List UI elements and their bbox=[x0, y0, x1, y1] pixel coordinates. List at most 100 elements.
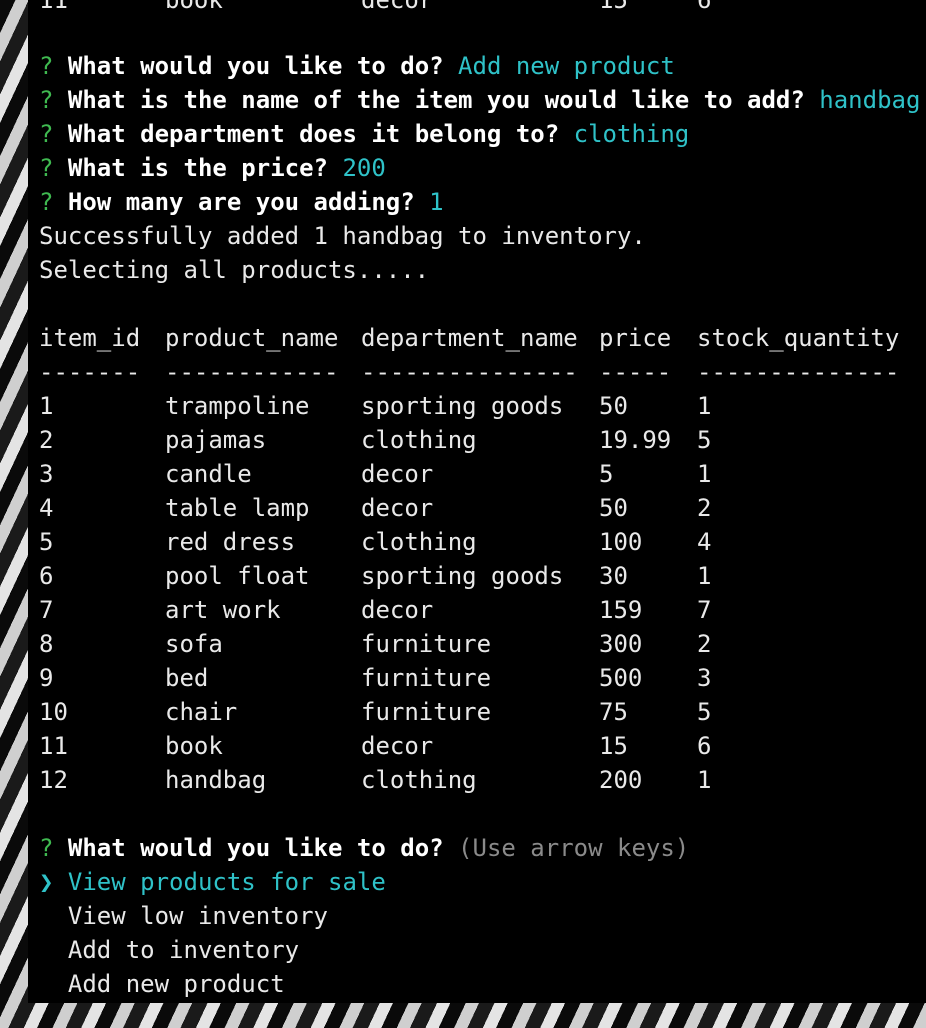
qa-line: ? What would you like to do? Add new pro… bbox=[39, 49, 675, 83]
cell-department: sporting goods bbox=[361, 392, 564, 420]
terminal-window[interactable]: 11 book decor 15 6 ? What would you like… bbox=[28, 0, 926, 1003]
cell-price: 100 bbox=[599, 528, 643, 556]
cell-item-id: 1 bbox=[39, 392, 54, 420]
cell-product-name: table lamp bbox=[165, 494, 310, 522]
status-message: Successfully added 1 handbag to inventor… bbox=[39, 222, 646, 250]
table-row: 8 sofa furniture 300 2 bbox=[28, 627, 926, 661]
cell-product-name: book bbox=[165, 0, 223, 14]
cell-item-id: 8 bbox=[39, 630, 54, 658]
cell-product-name: handbag bbox=[165, 766, 267, 794]
table-row: 7 art work decor 159 7 bbox=[28, 593, 926, 627]
question-mark-icon: ? bbox=[39, 52, 54, 80]
cell-item-id: 10 bbox=[39, 698, 68, 726]
answer-text: 200 bbox=[342, 154, 386, 182]
cell-department: furniture bbox=[361, 698, 492, 726]
column-header-department: department_name bbox=[361, 324, 578, 352]
cell-price: 5 bbox=[599, 460, 614, 488]
menu-option-label: Add to inventory bbox=[67, 936, 300, 964]
question-mark-icon: ? bbox=[39, 188, 54, 216]
prompt-question: What would you like to do? bbox=[67, 834, 444, 862]
separator: -------------- bbox=[697, 358, 900, 386]
qa-line: ? What is the name of the item you would… bbox=[39, 83, 920, 117]
cell-product-name: art work bbox=[165, 596, 281, 624]
cell-price: 500 bbox=[599, 664, 643, 692]
cell-stock: 1 bbox=[697, 392, 712, 420]
cell-price: 30 bbox=[599, 562, 628, 590]
cell-stock: 3 bbox=[697, 664, 712, 692]
cell-product-name: red dress bbox=[165, 528, 296, 556]
cell-product-name: pool float bbox=[165, 562, 310, 590]
cell-price: 50 bbox=[599, 494, 628, 522]
menu-option-view-products[interactable]: ❯ View products for sale bbox=[39, 865, 386, 899]
column-header-item-id: item_id bbox=[39, 324, 141, 352]
cell-department: decor bbox=[361, 460, 434, 488]
cell-department: sporting goods bbox=[361, 562, 564, 590]
cell-department: clothing bbox=[361, 426, 477, 454]
table-row: 10 chair furniture 75 5 bbox=[28, 695, 926, 729]
cell-stock: 1 bbox=[697, 562, 712, 590]
question-text: What would you like to do? bbox=[67, 52, 444, 80]
cell-stock: 4 bbox=[697, 528, 712, 556]
cell-department: furniture bbox=[361, 664, 492, 692]
table-row: 1 trampoline sporting goods 50 1 bbox=[28, 389, 926, 423]
cell-stock: 2 bbox=[697, 630, 712, 658]
question-text: What is the name of the item you would l… bbox=[67, 86, 805, 114]
cell-item-id: 3 bbox=[39, 460, 54, 488]
cell-product-name: sofa bbox=[165, 630, 223, 658]
cell-department: decor bbox=[361, 494, 434, 522]
cell-item-id: 5 bbox=[39, 528, 54, 556]
prompt-hint: (Use arrow keys) bbox=[458, 834, 690, 862]
cell-item-id: 11 bbox=[39, 732, 68, 760]
table-header-row: item_id product_name department_name pri… bbox=[28, 321, 926, 355]
table-row: 2 pajamas clothing 19.99 5 bbox=[28, 423, 926, 457]
cell-item-id: 6 bbox=[39, 562, 54, 590]
cell-stock: 1 bbox=[697, 766, 712, 794]
column-header-price: price bbox=[599, 324, 672, 352]
cell-stock: 6 bbox=[697, 732, 712, 760]
table-separator-row: ------- ------------ --------------- ---… bbox=[28, 355, 926, 389]
cell-item-id: 7 bbox=[39, 596, 54, 624]
question-text: What is the price? bbox=[67, 154, 328, 182]
table-row: 4 table lamp decor 50 2 bbox=[28, 491, 926, 525]
cell-department: clothing bbox=[361, 766, 477, 794]
cell-price: 19.99 bbox=[599, 426, 672, 454]
cell-price: 15 bbox=[599, 732, 628, 760]
table-row: 9 bed furniture 500 3 bbox=[28, 661, 926, 695]
table-row: 6 pool float sporting goods 30 1 bbox=[28, 559, 926, 593]
table-row: 12 handbag clothing 200 1 bbox=[28, 763, 926, 797]
table-row: 11 book decor 15 6 bbox=[28, 0, 926, 17]
menu-option-label: View products for sale bbox=[67, 868, 386, 896]
cell-price: 75 bbox=[599, 698, 628, 726]
cell-product-name: bed bbox=[165, 664, 209, 692]
table-row: 11 book decor 15 6 bbox=[28, 729, 926, 763]
qa-line: ? How many are you adding? 1 bbox=[39, 185, 444, 219]
cell-product-name: book bbox=[165, 732, 223, 760]
cell-product-name: chair bbox=[165, 698, 238, 726]
separator: ------------ bbox=[165, 358, 339, 386]
cell-item-id: 2 bbox=[39, 426, 54, 454]
cell-stock: 2 bbox=[697, 494, 712, 522]
column-header-stock: stock_quantity bbox=[697, 324, 900, 352]
cell-product-name: candle bbox=[165, 460, 252, 488]
menu-option-add-to-inventory[interactable]: Add to inventory bbox=[39, 933, 299, 967]
separator: --------------- bbox=[361, 358, 578, 386]
cell-price: 200 bbox=[599, 766, 643, 794]
cell-product-name: trampoline bbox=[165, 392, 310, 420]
cell-price: 300 bbox=[599, 630, 643, 658]
menu-option-view-low-inventory[interactable]: View low inventory bbox=[39, 899, 328, 933]
separator: ----- bbox=[599, 358, 672, 386]
cell-department: furniture bbox=[361, 630, 492, 658]
question-mark-icon: ? bbox=[39, 120, 54, 148]
cell-stock: 1 bbox=[697, 460, 712, 488]
cell-department: decor bbox=[361, 596, 434, 624]
cell-department: decor bbox=[361, 732, 434, 760]
separator: ------- bbox=[39, 358, 141, 386]
menu-option-add-new-product[interactable]: Add new product bbox=[39, 967, 285, 1001]
question-text: How many are you adding? bbox=[67, 188, 415, 216]
answer-text: clothing bbox=[573, 120, 690, 148]
table-row: 5 red dress clothing 100 4 bbox=[28, 525, 926, 559]
question-mark-icon: ? bbox=[39, 154, 54, 182]
cell-department: clothing bbox=[361, 528, 477, 556]
cell-stock: 7 bbox=[697, 596, 712, 624]
cell-price: 159 bbox=[599, 596, 643, 624]
